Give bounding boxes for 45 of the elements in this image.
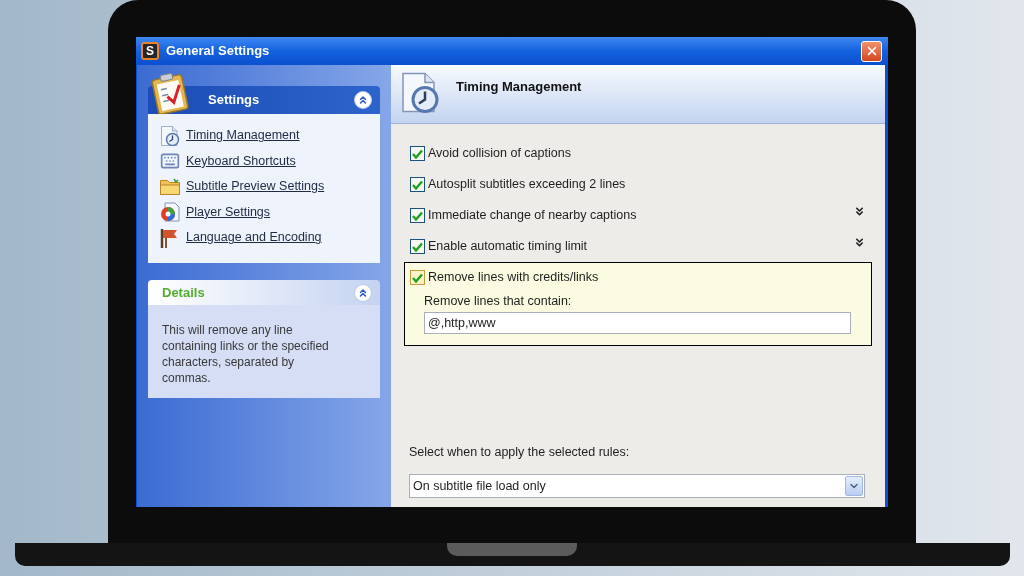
option-label: Enable automatic timing limit bbox=[428, 238, 588, 256]
keyboard-icon bbox=[160, 151, 180, 172]
chevrons-up-icon bbox=[357, 94, 369, 106]
chevrons-down-icon[interactable] bbox=[853, 205, 866, 218]
panel-title: Settings bbox=[208, 91, 260, 110]
checkbox[interactable] bbox=[410, 146, 425, 161]
collapse-button[interactable] bbox=[354, 91, 372, 109]
chevrons-down-icon[interactable] bbox=[853, 236, 866, 249]
sidebar-link[interactable]: Keyboard Shortcuts bbox=[186, 151, 296, 171]
window-title: General Settings bbox=[166, 42, 270, 61]
checkbox[interactable] bbox=[410, 239, 425, 254]
field-label: Remove lines that contain: bbox=[424, 293, 573, 309]
checkmark-icon bbox=[412, 148, 423, 159]
option-label: Autosplit subtitles exceeding 2 lines bbox=[428, 176, 626, 194]
option-label: Remove lines with credits/links bbox=[428, 269, 599, 287]
checkmark-icon bbox=[412, 241, 423, 252]
page-title: Timing Management bbox=[456, 78, 582, 96]
disc-icon bbox=[160, 202, 180, 223]
dropdown-button[interactable] bbox=[845, 476, 863, 496]
input-field[interactable]: @,http,www bbox=[424, 312, 851, 334]
sidebar-link[interactable]: Subtitle Preview Settings bbox=[186, 177, 325, 197]
folder-icon bbox=[160, 178, 180, 196]
sidebar-link[interactable]: Player Settings bbox=[186, 202, 271, 222]
sidebar-link[interactable]: Timing Management bbox=[186, 126, 300, 146]
app-logo: S bbox=[141, 42, 159, 60]
close-button[interactable] bbox=[861, 40, 882, 62]
sidebar-link[interactable]: Language and Encoding bbox=[186, 228, 322, 248]
checkbox[interactable] bbox=[410, 208, 425, 223]
checkmark-icon bbox=[412, 210, 423, 221]
document-clock-icon bbox=[400, 72, 440, 113]
collapse-button[interactable] bbox=[354, 283, 372, 302]
flag-icon bbox=[160, 227, 180, 248]
clipboard-check-icon bbox=[150, 72, 190, 114]
panel-title: Details bbox=[162, 283, 205, 302]
apply-rules-dropdown[interactable]: On subtitle file load only bbox=[409, 474, 865, 498]
document-clock-icon bbox=[160, 125, 180, 146]
chevrons-up-icon bbox=[357, 286, 369, 299]
option-label: Immediate change of nearby captions bbox=[428, 207, 637, 225]
checkmark-icon bbox=[412, 272, 423, 283]
apply-rules-label: Select when to apply the selected rules: bbox=[408, 444, 631, 460]
option-label: Avoid collision of captions bbox=[428, 145, 571, 163]
details-text: This will remove any line containing links or the specified characters, separated by commas. bbox=[162, 322, 330, 386]
checkmark-icon bbox=[412, 179, 423, 190]
checkbox[interactable] bbox=[410, 177, 425, 192]
checkbox[interactable] bbox=[410, 270, 425, 285]
